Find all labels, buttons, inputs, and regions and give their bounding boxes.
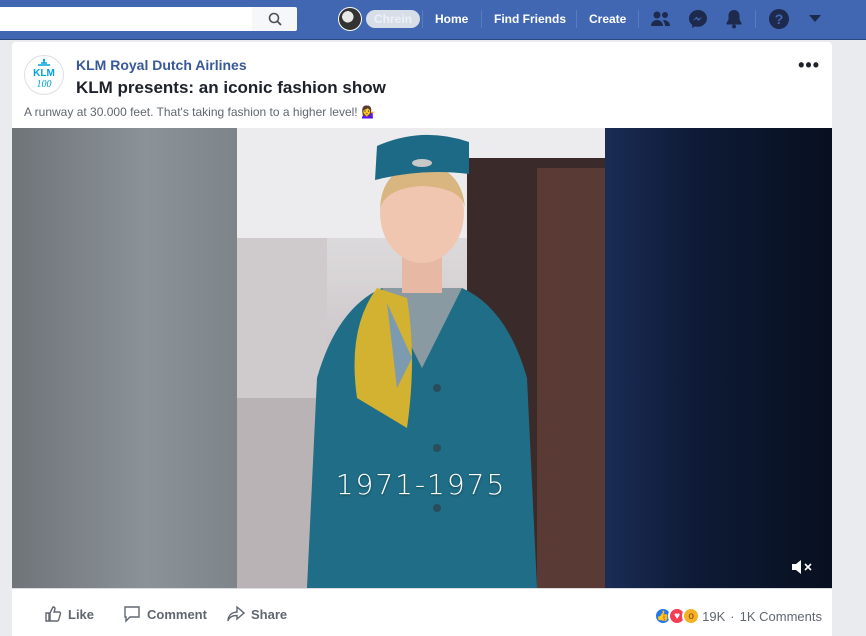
share-label: Share <box>251 606 288 622</box>
video-overlay-text: 1971-1975 <box>335 468 507 501</box>
reaction-count[interactable]: 19K <box>702 609 725 624</box>
like-label: Like <box>68 606 95 622</box>
nav-home[interactable]: Home <box>435 0 468 40</box>
video-player[interactable]: 1971-1975 <box>12 128 832 588</box>
search-input[interactable] <box>0 7 252 31</box>
like-icon <box>45 606 62 622</box>
share-button[interactable]: Share <box>227 605 287 623</box>
nav-create[interactable]: Create <box>589 0 626 40</box>
svg-text:?: ? <box>775 11 784 27</box>
post-title: KLM presents: an iconic fashion show <box>76 78 386 97</box>
video-blur-left <box>12 128 237 588</box>
comment-icon <box>124 606 140 623</box>
flight-attendant-image <box>237 128 605 588</box>
comment-button[interactable]: Comment <box>123 605 207 623</box>
search-button[interactable] <box>252 7 297 31</box>
friends-icon[interactable] <box>650 8 672 30</box>
mute-button[interactable] <box>790 555 814 579</box>
post-text: A runway at 30.000 feet. That's taking f… <box>24 105 376 119</box>
help-icon[interactable]: ? <box>768 8 790 30</box>
comment-label: Comment <box>147 606 207 622</box>
logo-sub: 100 <box>37 79 52 90</box>
wow-reaction-icon: o <box>682 607 701 625</box>
page-logo[interactable]: KLM 100 <box>24 55 64 95</box>
reactions-summary[interactable]: 👍 ♥ o 19K · 1K Comments <box>654 607 822 625</box>
klm-logo-icon: KLM 100 <box>33 58 55 90</box>
like-button[interactable]: Like <box>44 605 94 623</box>
comment-count[interactable]: 1K Comments <box>740 609 822 624</box>
nav-divider <box>755 10 756 28</box>
nav-divider <box>638 10 639 28</box>
caret-down-icon[interactable] <box>804 8 826 30</box>
video-blur-right <box>605 128 832 588</box>
top-navigation-bar: Chrein Home Find Friends Create ? <box>0 0 866 40</box>
profile-name: Chrein <box>366 10 421 28</box>
video-frame: 1971-1975 <box>237 128 605 588</box>
share-icon <box>227 605 245 622</box>
separator-dot: · <box>730 608 735 624</box>
nav-divider <box>481 10 482 28</box>
muted-speaker-icon <box>792 560 812 574</box>
page-name-link[interactable]: KLM Royal Dutch Airlines <box>76 57 247 73</box>
post-card: KLM 100 KLM Royal Dutch Airlines KLM pre… <box>12 42 832 636</box>
logo-text: KLM <box>33 68 55 79</box>
search-icon <box>268 12 282 26</box>
avatar <box>338 7 362 31</box>
nav-divider <box>576 10 577 28</box>
nav-divider <box>422 10 423 28</box>
messenger-icon[interactable] <box>687 8 709 30</box>
nav-find-friends[interactable]: Find Friends <box>494 0 566 40</box>
more-options-button[interactable]: ••• <box>798 56 820 74</box>
post-actions: Like Comment Share 👍 ♥ o 19K · 1K Commen… <box>12 588 832 636</box>
notifications-icon[interactable] <box>723 8 745 30</box>
profile-link[interactable]: Chrein <box>338 7 421 31</box>
